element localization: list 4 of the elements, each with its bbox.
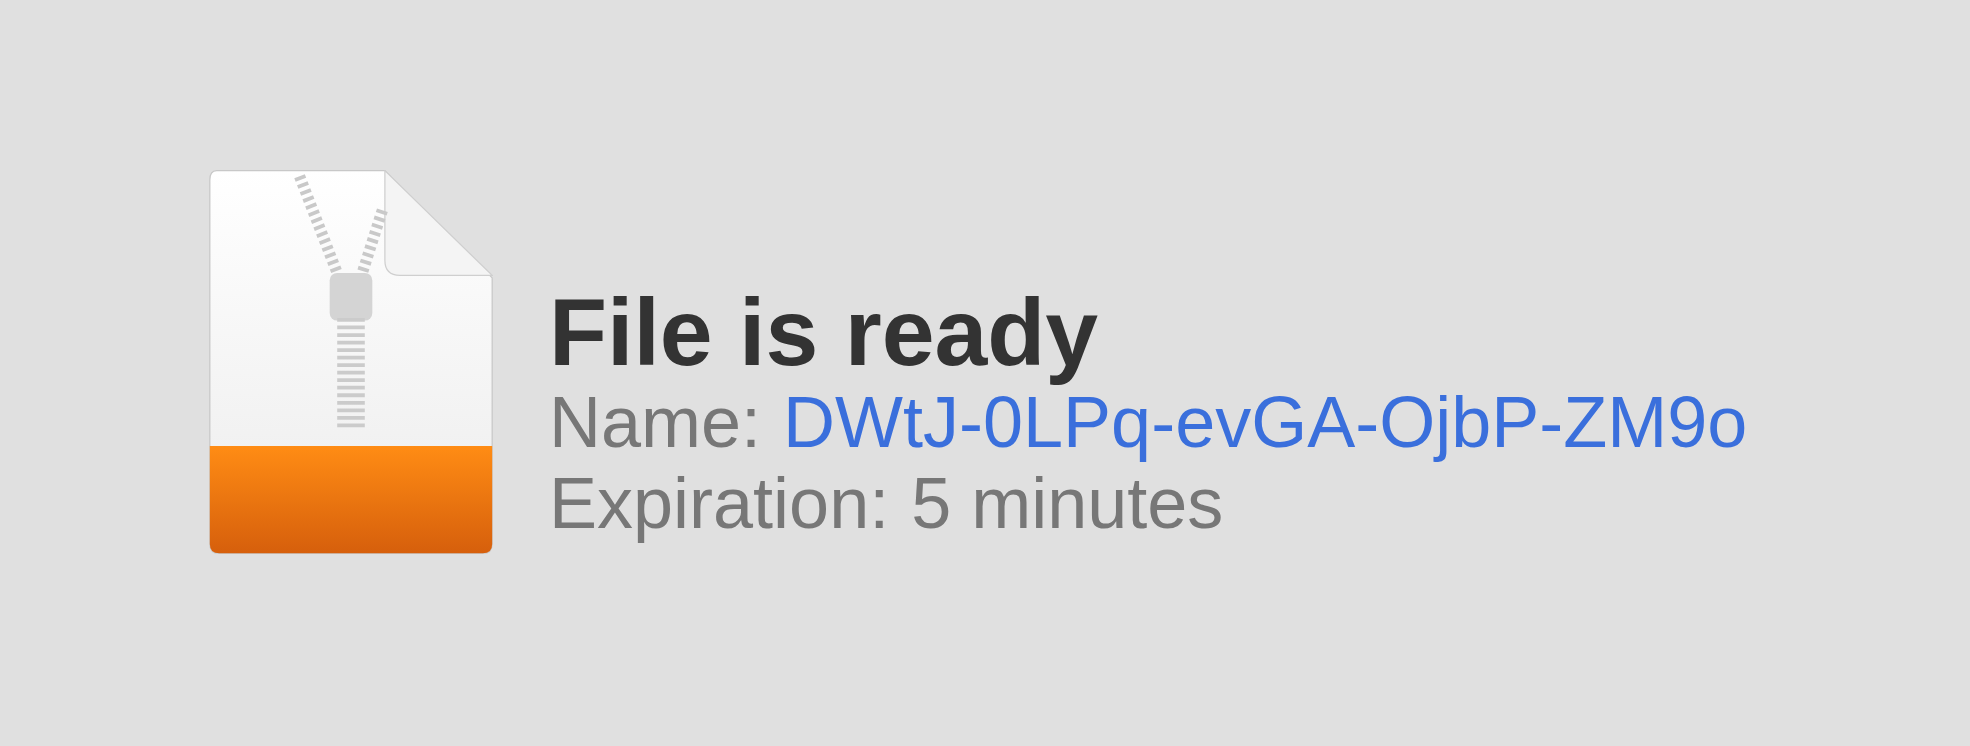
zip-file-icon xyxy=(209,170,493,554)
field-label: Expiration: xyxy=(549,463,890,544)
field-value: 5 minutes xyxy=(911,463,1224,544)
field-label: Name: xyxy=(549,382,762,463)
